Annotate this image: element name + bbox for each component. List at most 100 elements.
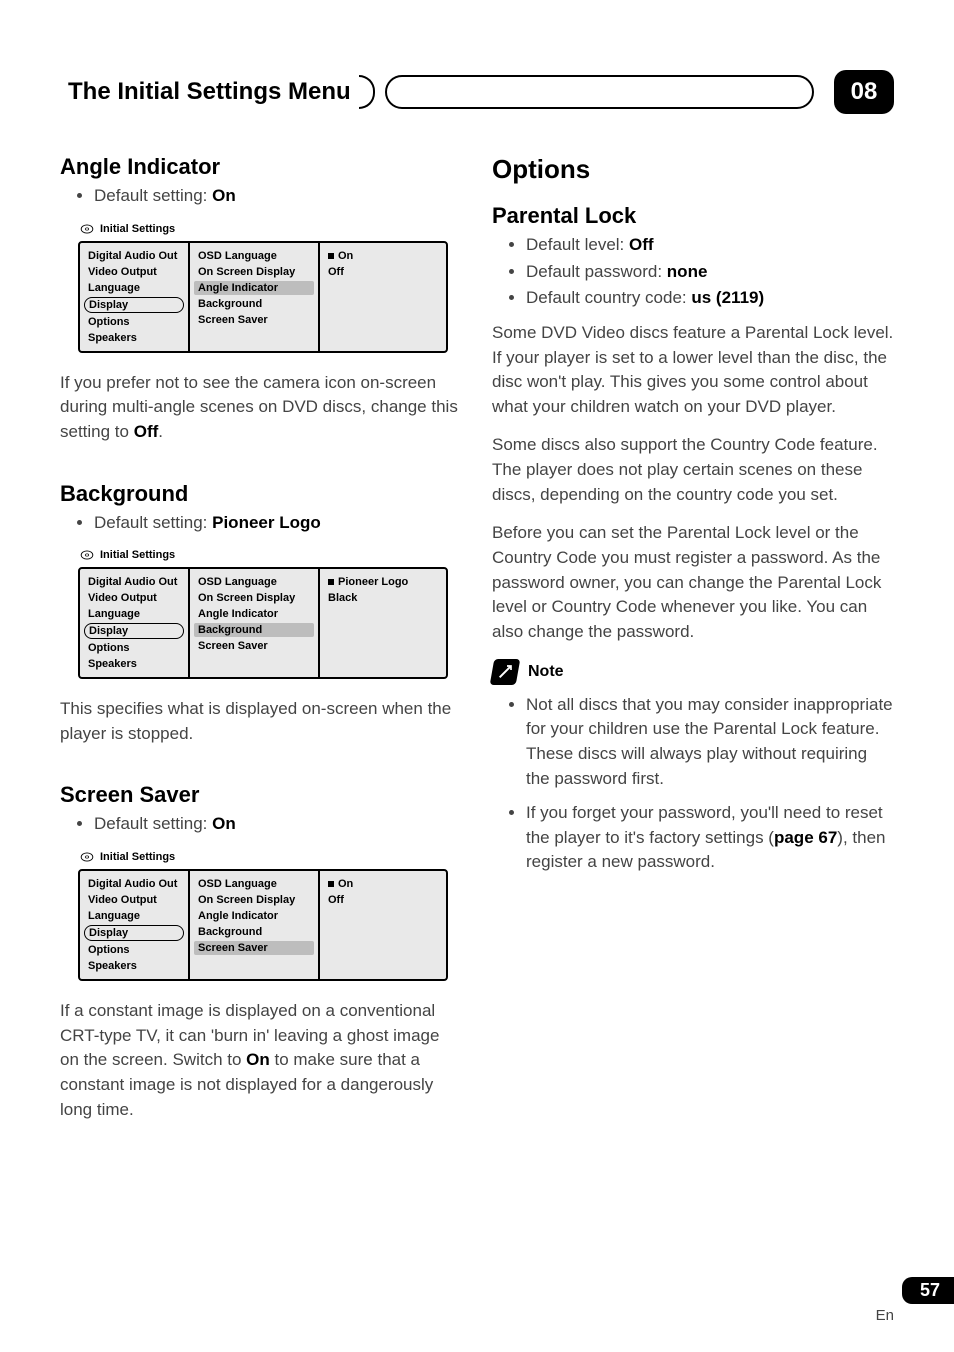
settings-ui-title: Initial Settings bbox=[78, 545, 448, 567]
menu-digital-audio[interactable]: Digital Audio Out bbox=[84, 575, 184, 589]
parental-p1: Some DVD Video discs feature a Parental … bbox=[492, 321, 894, 420]
angle-para-text: If you prefer not to see the camera icon… bbox=[60, 373, 458, 441]
opt-on-label: On bbox=[338, 878, 353, 890]
menu-options[interactable]: Options bbox=[84, 641, 184, 655]
opt-off-label: Off bbox=[328, 266, 344, 278]
disc-icon bbox=[80, 851, 94, 863]
disc-icon bbox=[80, 549, 94, 561]
background-paragraph: This specifies what is displayed on-scre… bbox=[60, 697, 462, 746]
right-column: Options Parental Lock Default level: Off… bbox=[492, 154, 894, 1136]
submenu-osd-lang[interactable]: OSD Language bbox=[194, 249, 314, 263]
screensaver-heading: Screen Saver bbox=[60, 782, 462, 808]
submenu-angle[interactable]: Angle Indicator bbox=[194, 281, 314, 295]
settings-ui-title-text: Initial Settings bbox=[100, 549, 175, 561]
background-default-bullet: Default setting: Pioneer Logo bbox=[94, 511, 462, 536]
menu-language[interactable]: Language bbox=[84, 607, 184, 621]
menu-video-output[interactable]: Video Output bbox=[84, 591, 184, 605]
menu-options[interactable]: Options bbox=[84, 943, 184, 957]
options-heading: Options bbox=[492, 154, 894, 185]
menu-display[interactable]: Display bbox=[84, 297, 184, 313]
note-1: Not all discs that you may consider inap… bbox=[526, 693, 894, 792]
opt-pioneer-logo[interactable]: Pioneer Logo bbox=[324, 575, 442, 589]
submenu-background[interactable]: Background bbox=[194, 925, 314, 939]
parental-country-bullet: Default country code: us (2119) bbox=[526, 286, 894, 311]
parental-password-bullet: Default password: none bbox=[526, 260, 894, 285]
submenu-osd-lang[interactable]: OSD Language bbox=[194, 877, 314, 891]
parental-password-label: Default password: bbox=[526, 262, 667, 281]
disc-icon bbox=[80, 223, 94, 235]
angle-paragraph: If you prefer not to see the camera icon… bbox=[60, 371, 462, 445]
note-label: Note bbox=[528, 663, 564, 681]
header-title: The Initial Settings Menu bbox=[60, 78, 359, 106]
parental-level-label: Default level: bbox=[526, 235, 629, 254]
square-icon bbox=[328, 579, 334, 585]
header-cap-icon bbox=[359, 75, 375, 109]
settings-ui-background: Initial Settings Digital Audio Out Video… bbox=[78, 545, 448, 679]
angle-para-end: . bbox=[158, 422, 163, 441]
menu-video-output[interactable]: Video Output bbox=[84, 893, 184, 907]
page-lang: En bbox=[876, 1307, 894, 1324]
opt-on[interactable]: On bbox=[324, 249, 442, 263]
note-2-page-ref: page 67 bbox=[774, 828, 837, 847]
note-icon bbox=[490, 659, 521, 685]
parental-p2: Some discs also support the Country Code… bbox=[492, 433, 894, 507]
opt-off[interactable]: Off bbox=[324, 893, 442, 907]
menu-display[interactable]: Display bbox=[84, 925, 184, 941]
menu-display[interactable]: Display bbox=[84, 623, 184, 639]
screensaver-paragraph: If a constant image is displayed on a co… bbox=[60, 999, 462, 1122]
opt-black-label: Black bbox=[328, 592, 357, 604]
opt-on[interactable]: On bbox=[324, 877, 442, 891]
submenu-screensaver[interactable]: Screen Saver bbox=[194, 639, 314, 653]
submenu-osd[interactable]: On Screen Display bbox=[194, 591, 314, 605]
menu-language[interactable]: Language bbox=[84, 909, 184, 923]
screensaver-default-label: Default setting: bbox=[94, 814, 212, 833]
menu-digital-audio[interactable]: Digital Audio Out bbox=[84, 249, 184, 263]
menu-video-output[interactable]: Video Output bbox=[84, 265, 184, 279]
menu-speakers[interactable]: Speakers bbox=[84, 657, 184, 671]
parental-lock-heading: Parental Lock bbox=[492, 203, 894, 229]
angle-default-bullet: Default setting: On bbox=[94, 184, 462, 209]
submenu-osd[interactable]: On Screen Display bbox=[194, 265, 314, 279]
settings-ui-title: Initial Settings bbox=[78, 847, 448, 869]
submenu-background[interactable]: Background bbox=[194, 297, 314, 311]
header-rule bbox=[385, 75, 814, 109]
opt-black[interactable]: Black bbox=[324, 591, 442, 605]
angle-indicator-heading: Angle Indicator bbox=[60, 154, 462, 180]
square-icon bbox=[328, 253, 334, 259]
submenu-osd-lang[interactable]: OSD Language bbox=[194, 575, 314, 589]
header-left-capsule: The Initial Settings Menu bbox=[60, 75, 375, 109]
opt-on-label: On bbox=[338, 250, 353, 262]
parental-country-label: Default country code: bbox=[526, 288, 691, 307]
submenu-screensaver[interactable]: Screen Saver bbox=[194, 941, 314, 955]
parental-p3: Before you can set the Parental Lock lev… bbox=[492, 521, 894, 644]
menu-speakers[interactable]: Speakers bbox=[84, 959, 184, 973]
parental-level-value: Off bbox=[629, 235, 654, 254]
submenu-angle[interactable]: Angle Indicator bbox=[194, 607, 314, 621]
menu-options[interactable]: Options bbox=[84, 315, 184, 329]
angle-default-label: Default setting: bbox=[94, 186, 212, 205]
angle-para-off: Off bbox=[134, 422, 159, 441]
left-column: Angle Indicator Default setting: On Init… bbox=[60, 154, 462, 1136]
settings-ui-angle: Initial Settings Digital Audio Out Video… bbox=[78, 219, 448, 353]
note-2: If you forget your password, you'll need… bbox=[526, 801, 894, 875]
opt-off-label: Off bbox=[328, 894, 344, 906]
screensaver-default-bullet: Default setting: On bbox=[94, 812, 462, 837]
background-default-label: Default setting: bbox=[94, 513, 212, 532]
page-number-badge: 57 bbox=[902, 1277, 954, 1304]
menu-speakers[interactable]: Speakers bbox=[84, 331, 184, 345]
page-header: The Initial Settings Menu 08 bbox=[60, 70, 894, 114]
submenu-background[interactable]: Background bbox=[194, 623, 314, 637]
background-default-value: Pioneer Logo bbox=[212, 513, 321, 532]
opt-off[interactable]: Off bbox=[324, 265, 442, 279]
submenu-angle[interactable]: Angle Indicator bbox=[194, 909, 314, 923]
submenu-screensaver[interactable]: Screen Saver bbox=[194, 313, 314, 327]
menu-digital-audio[interactable]: Digital Audio Out bbox=[84, 877, 184, 891]
screensaver-para-on: On bbox=[246, 1050, 270, 1069]
background-heading: Background bbox=[60, 481, 462, 507]
settings-ui-title-text: Initial Settings bbox=[100, 223, 175, 235]
opt-pioneer-logo-label: Pioneer Logo bbox=[338, 576, 408, 588]
settings-ui-screensaver: Initial Settings Digital Audio Out Video… bbox=[78, 847, 448, 981]
angle-default-value: On bbox=[212, 186, 236, 205]
menu-language[interactable]: Language bbox=[84, 281, 184, 295]
submenu-osd[interactable]: On Screen Display bbox=[194, 893, 314, 907]
